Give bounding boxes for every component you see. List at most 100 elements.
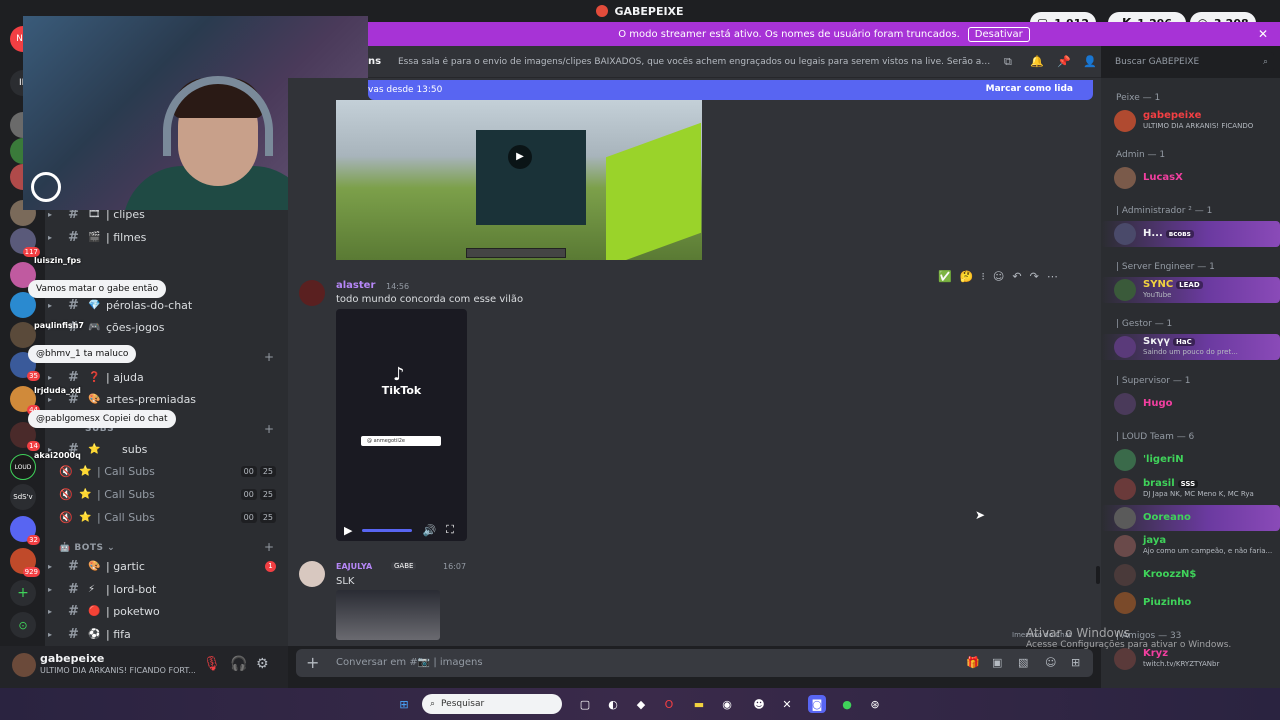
server-icon-sds[interactable]: SdS'v (10, 484, 36, 510)
bell-icon[interactable]: 🔔 (1030, 55, 1044, 68)
discord-icon[interactable]: ◙ (808, 695, 826, 713)
disable-streamer-button[interactable]: Desativar (967, 26, 1030, 42)
member-item[interactable]: Sкүү HaC Saindo um pouco do pret... (1101, 334, 1280, 360)
category-bots[interactable]: 🤖 BOTS ⌄ (59, 543, 115, 553)
server-icon[interactable]: 32 (10, 516, 40, 545)
search-input[interactable]: Buscar GABEPEIXE ⌕ (1109, 52, 1274, 72)
folder-icon[interactable]: ▬ (690, 695, 708, 713)
add-reaction-icon[interactable]: ☺ (993, 270, 1004, 283)
gear-icon[interactable]: ⚙ (256, 656, 269, 672)
pin-icon[interactable]: 📌 (1057, 55, 1071, 68)
channel-lord-bot[interactable]: ▸ # ⚡ | lord-bot (45, 578, 288, 600)
role-header: | Gestor — 1 (1116, 319, 1173, 329)
app-icon[interactable]: ☻ (750, 695, 768, 713)
avatar[interactable] (299, 280, 325, 306)
add-channel-icon[interactable]: + (264, 540, 274, 554)
close-icon[interactable]: ✕ (1258, 27, 1268, 41)
add-server-icon[interactable]: + (10, 580, 36, 606)
add-attachment-icon[interactable]: + (306, 653, 319, 672)
video-attachment[interactable]: ▶ (336, 100, 702, 260)
emoji-picker-icon[interactable]: ☺ (1045, 656, 1056, 669)
app-icon[interactable]: ⊛ (866, 695, 884, 713)
mic-muted-icon[interactable]: 🎙 (203, 656, 221, 672)
avatar[interactable] (299, 561, 325, 587)
spotify-icon[interactable]: ● (838, 695, 856, 713)
voice-channel-call-subs[interactable]: 🔇 ⭐ | Call Subs 00 25 (45, 506, 288, 528)
server-icon[interactable]: 44 (10, 386, 40, 415)
app-icon[interactable]: ✕ (778, 695, 796, 713)
window-title: GABEPEIXE (596, 5, 684, 18)
fullscreen-icon[interactable]: ⛶ (446, 523, 454, 537)
channel-topic[interactable]: Essa sala é para o envio de imagens/clip… (398, 57, 993, 67)
more-reactions-icon[interactable]: ⁝ (981, 270, 985, 283)
channel-fifa[interactable]: ▸ # ⚽ | fifa (45, 623, 288, 645)
server-icon[interactable]: 929 (10, 548, 40, 577)
headphones-icon[interactable]: 🎧 (230, 656, 247, 672)
user-name: gabepeixe (40, 652, 105, 665)
add-channel-icon[interactable]: + (264, 422, 274, 436)
explore-icon[interactable]: ⊙ (10, 612, 36, 638)
tiktok-handle: @ anmegotil2e (361, 436, 441, 446)
message-text: todo mundo concorda com esse vilão (336, 294, 524, 305)
channel-gartic[interactable]: ▸ # 🎨 | gartic 1 (45, 555, 288, 577)
message-author[interactable]: alaster (336, 280, 375, 291)
server-icon[interactable]: 117 (10, 228, 40, 257)
message-author[interactable]: EAJULYA (336, 562, 372, 571)
sticker-icon[interactable]: ▧ (1018, 656, 1028, 669)
member-item[interactable]: Ooreano (1101, 505, 1280, 531)
play-icon[interactable]: ▶ (508, 145, 532, 169)
channel-ajuda[interactable]: ▸ # ❓ | ajuda (45, 366, 288, 388)
add-channel-icon[interactable]: + (264, 350, 274, 364)
members-icon[interactable]: 👤 (1083, 55, 1097, 68)
threads-icon[interactable]: ⧉ (1004, 55, 1012, 69)
member-item[interactable]: KroozzN$ (1101, 562, 1280, 588)
tiktok-video-attachment[interactable]: ♪ TikTok @ anmegotil2e ▶ 🔊 ⛶ (336, 309, 467, 541)
emoji-icon[interactable]: 🤔 (960, 270, 974, 283)
voice-channel-call-subs[interactable]: 🔇 ⭐ | Call Subs 00 25 (45, 460, 288, 482)
channel-subs[interactable]: ▸ # ⭐ subs (45, 438, 288, 460)
member-item[interactable]: LucasX (1101, 165, 1280, 191)
hash-icon: # (68, 369, 79, 385)
reply-icon[interactable]: ↶ (1012, 270, 1021, 283)
app-icon[interactable]: ◐ (604, 695, 622, 713)
message-composer[interactable]: + Conversar em #📷 | imagens 🎁 ▣ ▧ ☺ ⊞ (296, 649, 1093, 677)
apps-icon[interactable]: ⊞ (1071, 656, 1080, 669)
member-item[interactable]: H... ʙcoʙs (1101, 221, 1280, 247)
chevron-right-icon: ▸ (48, 629, 53, 639)
member-item[interactable]: brasil SSS DJ Japa NK, MC Meno K, MC Rya (1101, 476, 1280, 502)
member-item[interactable]: jaya Ajo como um campeão, e não faria... (1101, 533, 1280, 559)
image-attachment[interactable] (336, 590, 440, 640)
opera-icon[interactable]: O (660, 695, 678, 713)
server-icon[interactable] (10, 322, 36, 348)
task-view-icon[interactable]: ▢ (576, 695, 594, 713)
windows-start-icon[interactable]: ⊞ (395, 695, 413, 713)
check-icon[interactable]: ✅ (938, 270, 952, 283)
star-icon: ⭐ (79, 488, 92, 500)
scrollbar[interactable] (1096, 566, 1100, 584)
member-item[interactable]: gabepeixe ULTIMO DIA ARKANIS! FICANDO (1101, 108, 1280, 134)
more-icon[interactable]: ⋯ (1047, 270, 1058, 283)
channel-filmes[interactable]: ▸ # 🎬 | filmes (45, 226, 288, 248)
gif-icon[interactable]: ▣ (992, 656, 1002, 669)
forward-icon[interactable]: ↷ (1030, 270, 1039, 283)
taskbar-search[interactable]: ⌕ Pesquisar (422, 694, 562, 714)
member-item[interactable]: Piuzinho (1101, 590, 1280, 616)
mark-read-button[interactable]: Marcar como lida (986, 84, 1073, 94)
play-icon[interactable]: ▶ (344, 524, 352, 537)
channel-poketwo[interactable]: ▸ # 🔴 | poketwo (45, 600, 288, 622)
chat-header: ns Essa sala é para o envio de imagens/c… (368, 46, 1101, 78)
member-item[interactable]: Hugo (1101, 391, 1280, 417)
hash-icon: # (68, 626, 79, 642)
app-icon[interactable]: ◆ (632, 695, 650, 713)
steam-icon[interactable]: ◉ (718, 695, 736, 713)
server-icon-loud[interactable]: LOUD (10, 454, 36, 480)
new-messages-bar[interactable]: vas desde 13:50 Marcar como lida (368, 80, 1093, 100)
voice-channel-call-subs[interactable]: 🔇 ⭐ | Call Subs 00 25 (45, 483, 288, 505)
progress-bar[interactable] (362, 528, 413, 532)
volume-icon[interactable]: 🔊 (422, 524, 436, 537)
avatar[interactable] (12, 653, 36, 677)
member-item[interactable]: 'ligeriN (1101, 447, 1280, 473)
channel-artes[interactable]: ▸ # 🎨 artes-premiadas (45, 388, 288, 410)
member-item[interactable]: SYNC LEAD YouTube (1101, 277, 1280, 303)
gift-icon[interactable]: 🎁 (966, 656, 980, 669)
